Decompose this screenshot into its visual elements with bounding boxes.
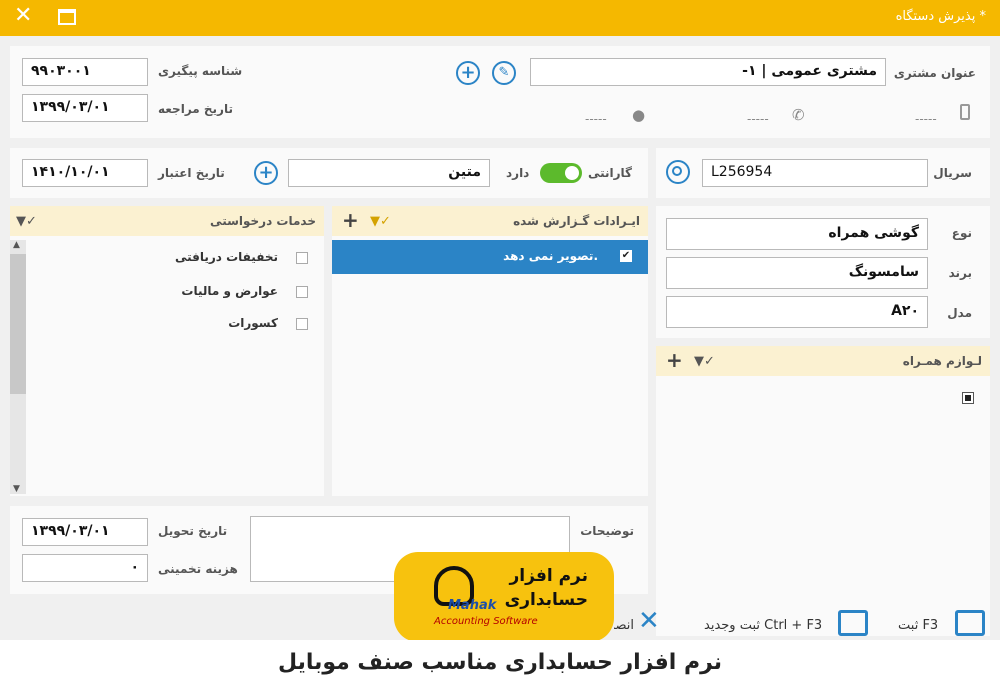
mobile-icon: [960, 104, 970, 120]
caption: نرم افزار حسابداری مناسب صنف موبایل: [0, 640, 1000, 700]
address-value: -----: [585, 112, 607, 126]
save-label: ثبت F3: [898, 618, 939, 633]
logo-line2: حسابداری: [504, 590, 588, 610]
delivery-date-field[interactable]: ۱۳۹۹/۰۳/۰۱: [22, 518, 148, 546]
list-item: عوارض و مالیات: [181, 284, 278, 298]
filter-icon[interactable]: ▼✓: [370, 214, 391, 229]
warranty-expiry-field[interactable]: ۱۴۱۰/۱۰/۰۱: [22, 159, 148, 187]
scroll-up-icon[interactable]: ▲: [13, 240, 20, 250]
services-header: خدمات درخواستی ▼✓: [10, 206, 324, 236]
scroll-down-icon[interactable]: ▼: [13, 484, 20, 494]
device-model-label: مدل: [947, 306, 972, 320]
save-icon[interactable]: [955, 610, 985, 636]
issues-title: ایـرادات گـزارش شده: [513, 214, 640, 228]
add-warranty-icon[interactable]: +: [254, 161, 278, 185]
maximize-icon[interactable]: [58, 9, 76, 25]
warranty-toggle[interactable]: [540, 163, 582, 183]
list-item: تخفیفات دریافتی: [174, 250, 278, 264]
form-body: ۹۹۰۳۰۰۱ شناسه پیگیری ۱۳۹۹/۰۳/۰۱ تاریخ مر…: [0, 36, 1000, 640]
warranty-has-label: دارد: [506, 166, 530, 180]
mobile-value: -----: [915, 112, 937, 126]
edit-customer-icon[interactable]: ✎: [492, 61, 516, 85]
table-row[interactable]: تصویر نمی دهد. ✔: [332, 240, 648, 274]
logo-tagline: Accounting Software: [434, 616, 538, 627]
estimated-cost-label: هزینه تخمینی: [158, 562, 238, 576]
cancel-button[interactable]: انصراف: [614, 618, 634, 633]
logo-line1: نرم افزار: [509, 566, 588, 586]
save-new-button[interactable]: ثبت وجدید Ctrl + F3: [704, 618, 822, 633]
tracking-id-field[interactable]: ۹۹۰۳۰۰۱: [22, 58, 148, 86]
filter-icon[interactable]: ▼✓: [16, 214, 37, 229]
save-new-label: ثبت وجدید Ctrl + F3: [704, 618, 823, 633]
phone-value: -----: [747, 112, 769, 126]
cancel-icon[interactable]: ✕: [638, 606, 660, 636]
device-brand-label: برند: [948, 266, 972, 280]
cancel-label: انصراف: [614, 618, 634, 633]
accessory-checkbox[interactable]: [962, 392, 974, 404]
window-title: پذیرش دستگاه *: [895, 9, 986, 24]
warranty-label: گارانتی: [587, 166, 632, 180]
warranty-company-field[interactable]: متین: [288, 159, 490, 187]
issues-panel: ایـرادات گـزارش شده + ▼✓ تصویر نمی دهد. …: [332, 206, 648, 496]
search-icon[interactable]: [666, 160, 690, 184]
serial-field[interactable]: L256954: [702, 159, 928, 187]
service-checkbox[interactable]: [296, 318, 308, 330]
mahak-logo: نرم افزار حسابداری Mahak Accounting Soft…: [394, 552, 614, 642]
ref-date-field[interactable]: ۱۳۹۹/۰۳/۰۱: [22, 94, 148, 122]
customer-panel: ۹۹۰۳۰۰۱ شناسه پیگیری ۱۳۹۹/۰۳/۰۱ تاریخ مر…: [10, 46, 990, 138]
checkbox-mark: [965, 395, 971, 401]
add-customer-icon[interactable]: +: [456, 61, 480, 85]
notes-label: توضیحات: [580, 524, 634, 538]
issues-header: ایـرادات گـزارش شده + ▼✓: [332, 206, 648, 236]
add-issue-icon[interactable]: +: [342, 208, 359, 232]
serial-panel: L256954 سریال: [656, 148, 990, 198]
device-brand-field[interactable]: سامسونگ: [666, 257, 928, 289]
warranty-expiry-label: تاریخ اعتبار: [158, 166, 225, 180]
tracking-id-label: شناسه پیگیری: [158, 64, 243, 78]
location-icon: ●: [632, 106, 646, 124]
issue-checkbox[interactable]: ✔: [620, 250, 632, 262]
scrollbar-thumb[interactable]: [10, 254, 26, 394]
service-checkbox[interactable]: [296, 286, 308, 298]
toggle-knob: [565, 166, 579, 180]
search-lens: [672, 166, 682, 176]
list-item: تصویر نمی دهد.: [503, 249, 598, 263]
service-checkbox[interactable]: [296, 252, 308, 264]
save-button[interactable]: ثبت F3: [898, 618, 938, 633]
device-type-field[interactable]: گوشی همراه: [666, 218, 928, 250]
save-new-icon[interactable]: [838, 610, 868, 636]
customer-title-field[interactable]: -۱ | مشتری عمومی: [530, 58, 886, 86]
phone-icon: ✆: [792, 106, 805, 124]
accessories-panel: لـوازم همـراه + ▼✓: [656, 346, 990, 636]
ref-date-label: تاریخ مراجعه: [158, 102, 233, 116]
warranty-panel: ۱۴۱۰/۱۰/۰۱ تاریخ اعتبار + متین دارد گارا…: [10, 148, 648, 198]
accessories-title: لـوازم همـراه: [902, 354, 982, 368]
title-bar: پذیرش دستگاه * ✕: [0, 0, 1000, 36]
logo-brand: Mahak: [448, 598, 497, 613]
customer-title-label: عنوان مشتری: [893, 66, 976, 80]
filter-icon[interactable]: ▼✓: [694, 354, 715, 369]
estimated-cost-field[interactable]: ۰: [22, 554, 148, 582]
delivery-date-label: تاریخ تحویل: [158, 524, 228, 538]
services-title: خدمات درخواستی: [210, 214, 316, 228]
serial-label: سریال: [933, 166, 972, 180]
close-icon[interactable]: ✕: [14, 4, 32, 28]
device-type-label: نوع: [951, 226, 972, 240]
add-accessory-icon[interactable]: +: [666, 348, 683, 372]
device-panel: گوشی همراه نوع سامسونگ برند A۲۰ مدل: [656, 206, 990, 338]
accessories-header: لـوازم همـراه + ▼✓: [656, 346, 990, 376]
list-item: کسورات: [228, 316, 278, 330]
services-panel: خدمات درخواستی ▼✓ ▲ ▼ تخفیفات دریافتی عو…: [10, 206, 324, 496]
scrollbar[interactable]: ▲ ▼: [10, 240, 26, 494]
device-model-field[interactable]: A۲۰: [666, 296, 928, 328]
